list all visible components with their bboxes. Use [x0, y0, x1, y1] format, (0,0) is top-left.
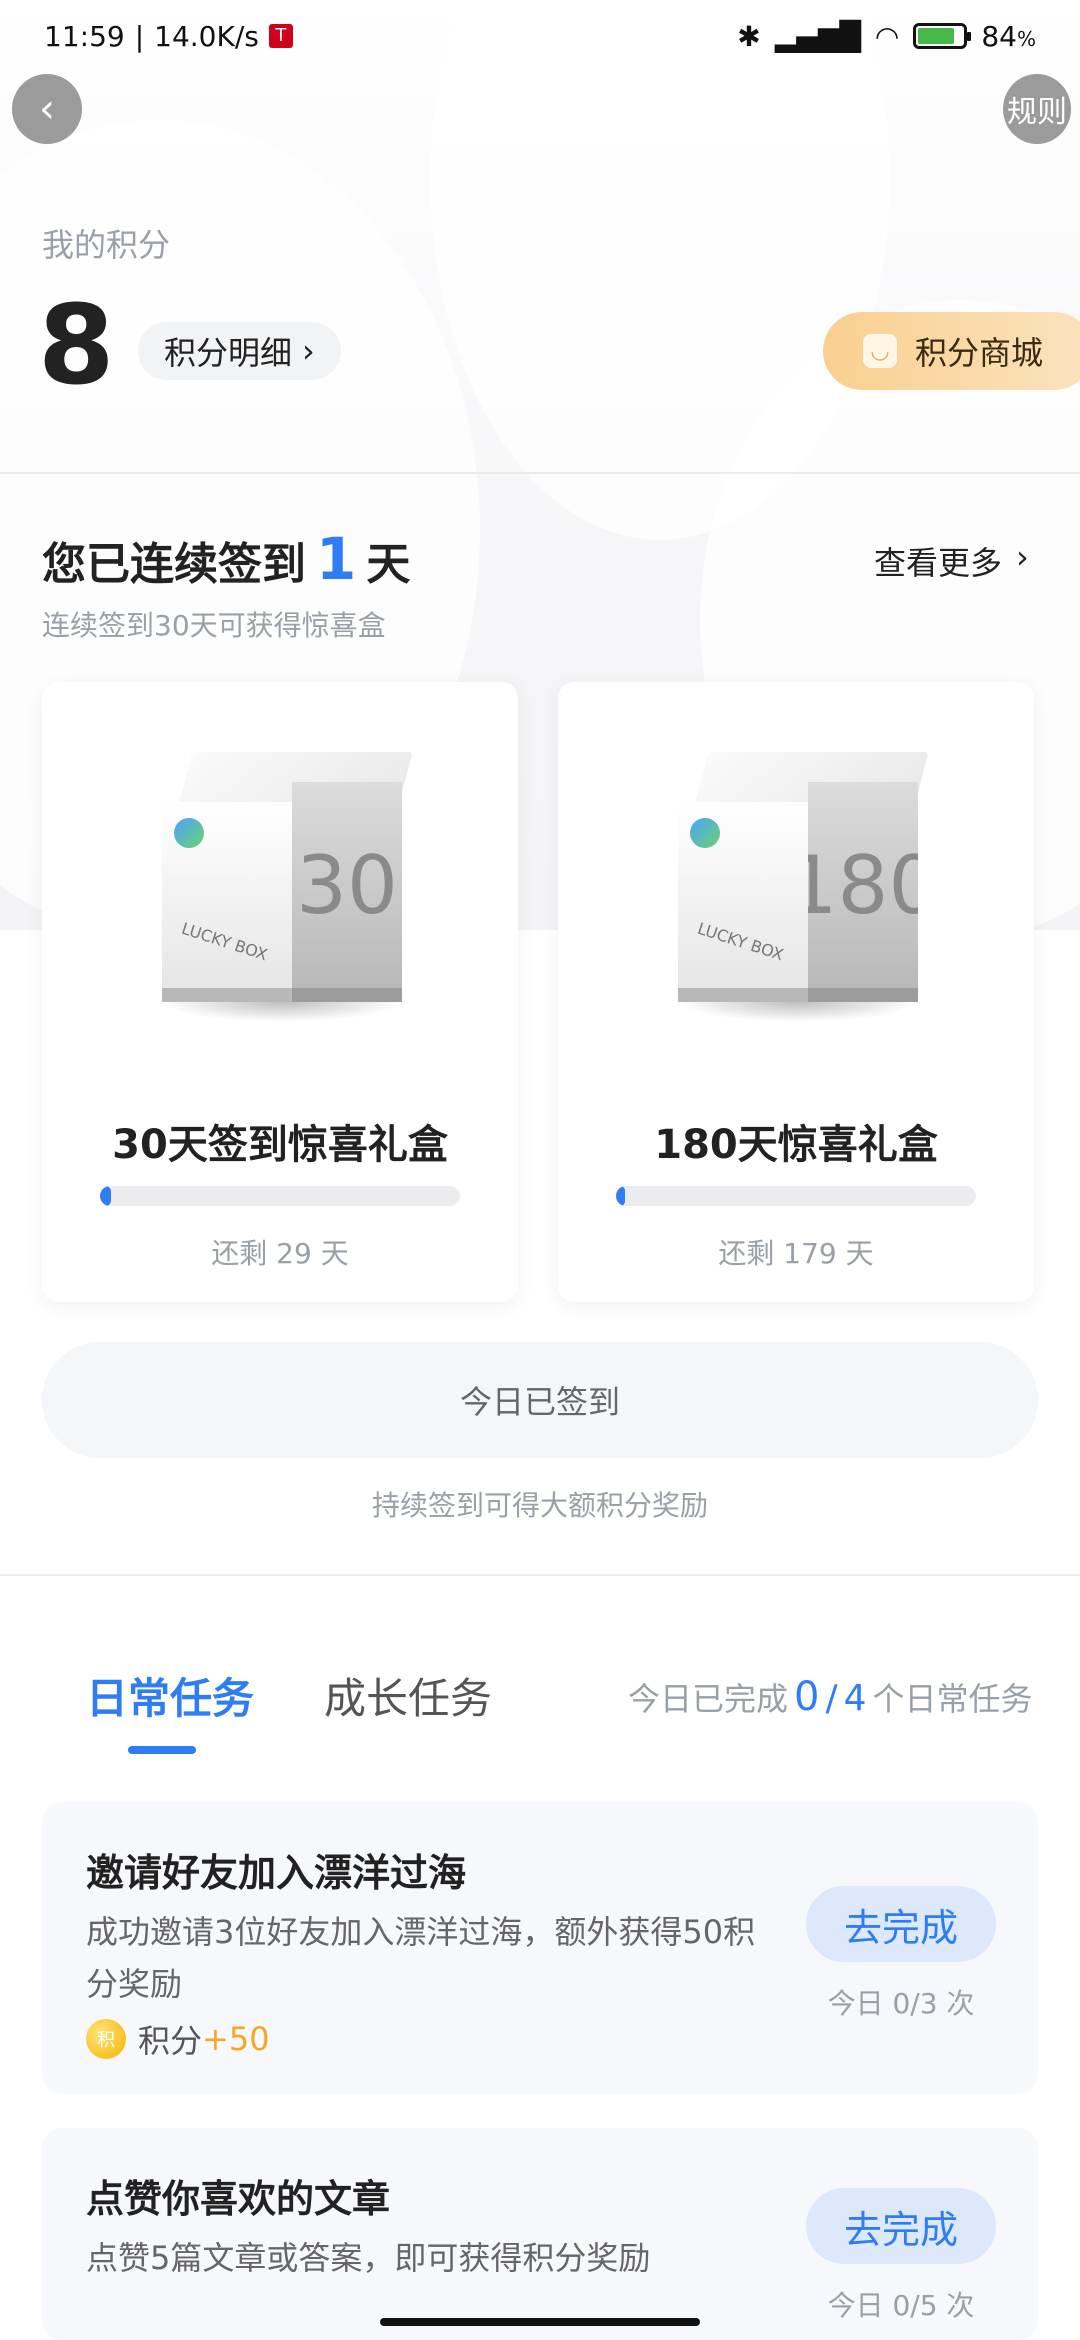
points-value: 8	[38, 281, 115, 409]
go-complete-button[interactable]: 去完成	[806, 1886, 996, 1962]
gift-box-progress	[100, 1186, 460, 1206]
status-net-speed: 14.0K/s	[154, 19, 259, 53]
signin-streak-days: 1	[316, 525, 357, 593]
points-detail-button[interactable]: 积分明细 ›	[138, 322, 341, 380]
chevron-right-icon: ›	[302, 332, 315, 370]
status-time: 11:59	[44, 19, 125, 53]
gift-box-title: 30天签到惊喜礼盒	[112, 1122, 448, 1168]
gift-box-title: 180天惊喜礼盒	[654, 1122, 938, 1168]
divider	[0, 1574, 1080, 1576]
points-mall-button[interactable]: ◡ 积分商城	[823, 312, 1080, 390]
status-bar: 11:59 | 14.0K/s T ✱ ▂▄▆█ ◠ 84%	[44, 19, 1036, 53]
signed-today-button[interactable]: 今日已签到	[42, 1342, 1038, 1458]
daily-task-progress: 今日已完成 0 / 4 个日常任务	[628, 1674, 1033, 1720]
gift-box-card-30[interactable]: LUCKY BOX 30 30天签到惊喜礼盒 还剩 29 天	[42, 682, 518, 1302]
signin-subtitle: 连续签到30天可获得惊喜盒	[42, 609, 386, 642]
gift-box-card-180[interactable]: LUCKY BOX 180 180天惊喜礼盒 还剩 179 天	[558, 682, 1034, 1302]
active-tab-indicator	[128, 1746, 196, 1754]
signin-hint: 持续签到可得大额积分奖励	[371, 1489, 708, 1522]
gift-box-progress	[616, 1186, 976, 1206]
bluetooth-icon: ✱	[737, 19, 761, 53]
tab-daily-tasks[interactable]: 日常任务	[86, 1665, 254, 1726]
gift-box-remaining: 还剩 29 天	[211, 1237, 349, 1270]
back-button[interactable]: ‹	[12, 74, 82, 144]
task-title: 邀请好友加入漂洋过海	[86, 1851, 467, 1895]
rules-button[interactable]: 规则	[1003, 74, 1071, 144]
task-description: 成功邀请3位好友加入漂洋过海，额外获得50积分奖励	[86, 1913, 756, 2003]
points-coin-icon: 积	[86, 2019, 126, 2059]
divider	[0, 472, 1080, 474]
lucky-box-image: LUCKY BOX 180	[658, 732, 934, 1032]
points-label: 我的积分	[42, 226, 171, 264]
task-card: 点赞你喜欢的文章 点赞5篇文章或答案，即可获得积分奖励 去完成 今日 0/5 次	[42, 2128, 1038, 2340]
view-more-link[interactable]: 查看更多 ›	[874, 538, 1029, 584]
lucky-box-image: LUCKY BOX 30	[142, 732, 418, 1032]
logo-icon	[174, 818, 204, 848]
gift-box-remaining: 还剩 179 天	[718, 1237, 874, 1270]
tesla-app-icon: T	[268, 24, 293, 48]
signal-icon: ▂▄▆█	[774, 19, 861, 53]
signin-streak-title: 您已连续签到 1 天	[42, 525, 411, 593]
shopping-bag-icon: ◡	[863, 334, 897, 368]
task-count: 今日 0/3 次	[827, 1987, 975, 2020]
task-description: 点赞5篇文章或答案，即可获得积分奖励	[86, 2239, 651, 2277]
task-count: 今日 0/5 次	[827, 2289, 975, 2322]
home-indicator[interactable]	[380, 2318, 700, 2326]
logo-icon	[690, 818, 720, 848]
battery-icon	[913, 23, 972, 49]
wifi-icon: ◠	[874, 19, 900, 53]
task-reward: 积 积分 +50	[86, 2016, 270, 2062]
task-card: 邀请好友加入漂洋过海 成功邀请3位好友加入漂洋过海，额外获得50积分奖励 积 积…	[42, 1802, 1038, 2094]
chevron-right-icon: ›	[1016, 538, 1029, 576]
box-number: 30	[292, 782, 402, 1002]
go-complete-button[interactable]: 去完成	[806, 2188, 996, 2264]
chevron-left-icon: ‹	[39, 86, 55, 132]
battery-percent: 84	[981, 19, 1017, 53]
box-number: 180	[808, 782, 918, 1002]
tab-growth-tasks[interactable]: 成长任务	[324, 1665, 492, 1726]
task-title: 点赞你喜欢的文章	[86, 2177, 391, 2221]
